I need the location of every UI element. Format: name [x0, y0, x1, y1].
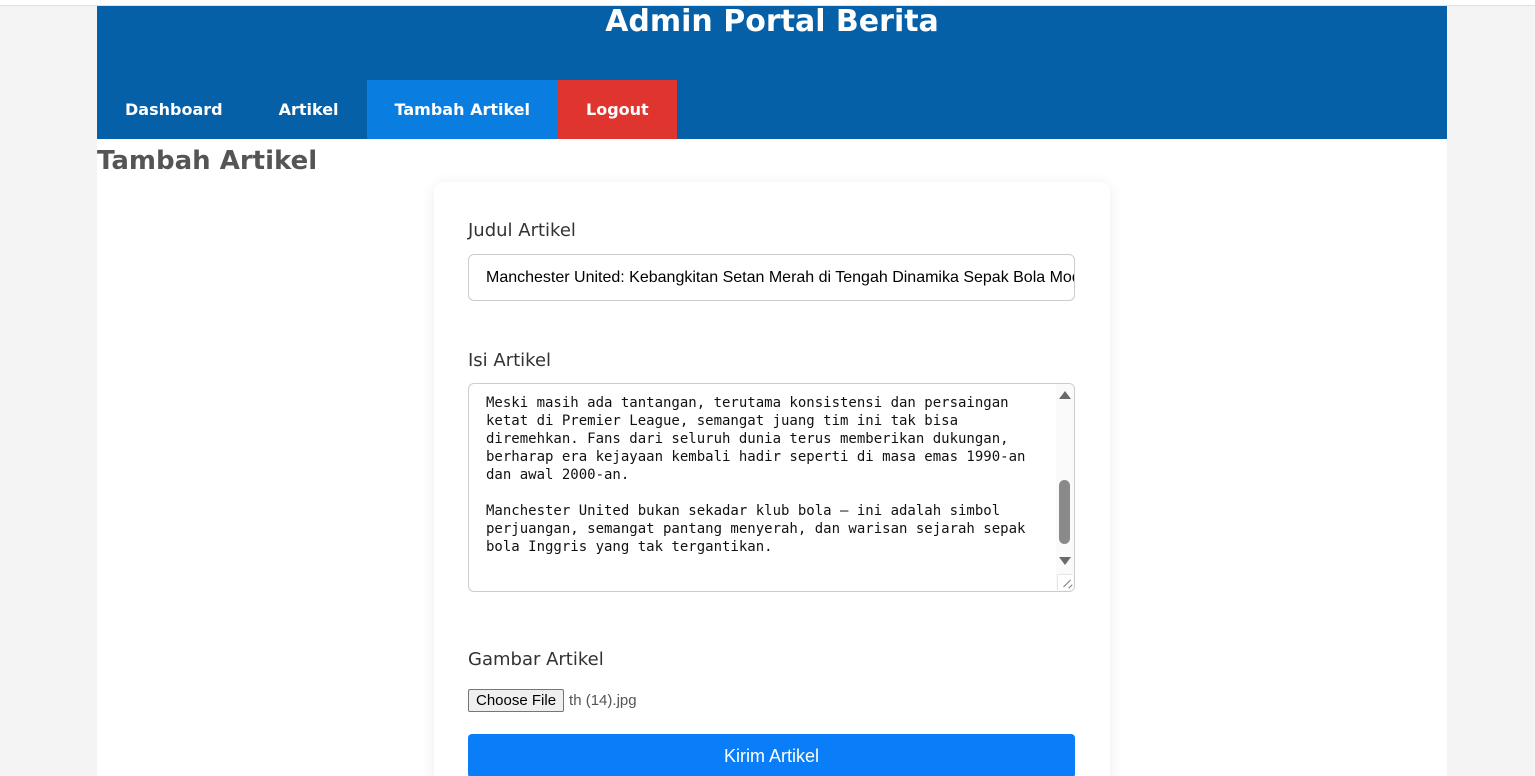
selected-file-name: th (14).jpg	[569, 691, 637, 709]
article-form-card: Judul Artikel Manchester United: Kebangk…	[434, 182, 1110, 776]
image-label: Gambar Artikel	[468, 649, 604, 670]
scroll-down-arrow-icon[interactable]	[1059, 557, 1071, 565]
page-title: Tambah Artikel	[97, 146, 318, 176]
title-label: Judul Artikel	[468, 220, 576, 241]
nav-logout[interactable]: Logout	[558, 80, 677, 139]
site-title: Admin Portal Berita	[605, 4, 939, 39]
page-container: Admin Portal Berita Dashboard Artikel Ta…	[97, 6, 1447, 776]
file-input: Choose File th (14).jpg	[468, 688, 637, 712]
nav-artikel[interactable]: Artikel	[251, 80, 367, 139]
submit-article-button[interactable]: Kirim Artikel	[468, 734, 1075, 776]
scroll-up-arrow-icon[interactable]	[1059, 391, 1071, 399]
nav-tambah-artikel[interactable]: Tambah Artikel	[366, 80, 559, 139]
textarea-scrollbar[interactable]	[1056, 384, 1074, 591]
title-input[interactable]: Manchester United: Kebangkitan Setan Mer…	[468, 254, 1075, 301]
site-header: Admin Portal Berita Dashboard Artikel Ta…	[97, 6, 1447, 139]
nav-dashboard[interactable]: Dashboard	[97, 80, 251, 139]
content-textarea[interactable]: Meski masih ada tantangan, terutama kons…	[468, 383, 1075, 592]
content-label: Isi Artikel	[468, 350, 552, 371]
main-nav: Dashboard Artikel Tambah Artikel Logout	[97, 80, 677, 139]
scroll-thumb[interactable]	[1059, 480, 1070, 544]
choose-file-button[interactable]: Choose File	[468, 688, 565, 712]
resize-handle-icon[interactable]	[1057, 574, 1073, 590]
content-text: Meski masih ada tantangan, terutama kons…	[486, 395, 1026, 555]
